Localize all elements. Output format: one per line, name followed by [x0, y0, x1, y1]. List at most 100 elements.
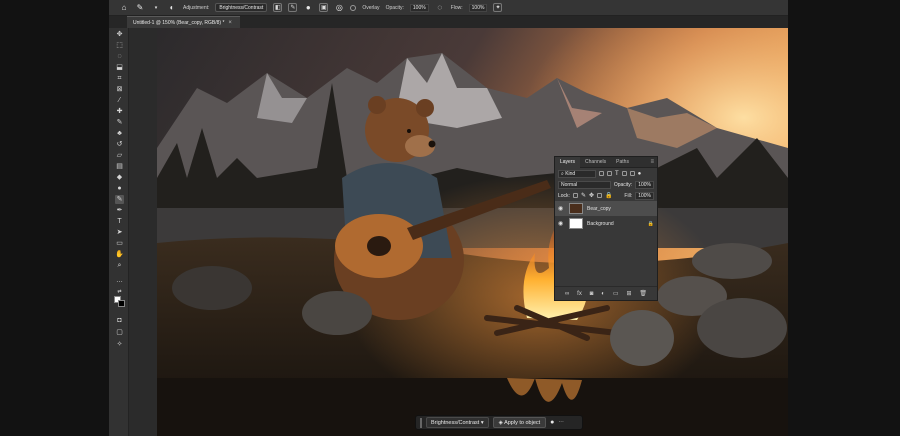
object-selection-tool-icon[interactable]: ⬓ — [115, 63, 124, 72]
crop-tool-icon[interactable]: ⌗ — [115, 74, 124, 83]
more-tools-icon[interactable]: … — [115, 276, 124, 285]
healing-brush-tool-icon[interactable]: ✚ — [115, 107, 124, 116]
bear-campfire-artwork — [157, 28, 788, 436]
gradient-tool-icon[interactable]: ▤ — [115, 162, 124, 171]
flow-field[interactable]: 100% — [468, 3, 488, 12]
filter-smart-object-icon[interactable] — [629, 171, 635, 176]
history-brush-tool-icon[interactable]: ↺ — [115, 140, 124, 149]
status-bar — [129, 428, 157, 436]
more-options-icon[interactable]: ⋯ — [558, 420, 564, 426]
chevron-down-icon[interactable]: ▾ — [151, 3, 161, 13]
filter-toggle-icon[interactable]: ● — [638, 171, 642, 177]
adjustment-layer-icon[interactable]: ◐ — [601, 291, 605, 297]
lock-icon: 🔒 — [647, 220, 654, 227]
opacity-label: Opacity: — [385, 4, 404, 11]
close-icon[interactable]: × — [228, 17, 232, 29]
right-letterbox — [788, 0, 900, 436]
left-letterbox — [0, 0, 109, 436]
filter-type-icon[interactable]: T — [615, 171, 619, 177]
clone-stamp-tool-icon[interactable]: ♣ — [115, 129, 124, 138]
options-bar: ⌂ ✎ ▾ ◐ Adjustment: Brightness/Contrast … — [109, 0, 788, 16]
path-selection-tool-icon[interactable]: ➤ — [115, 228, 124, 237]
generative-icon[interactable]: ✧ — [115, 340, 124, 349]
link-layers-icon[interactable]: ∞ — [565, 291, 569, 297]
layers-panel-footer: ∞ fx ◙ ◐ ▭ ⊞ 🗑 — [555, 286, 657, 300]
adjustment-select[interactable]: Brightness/Contrast ▾ — [426, 417, 489, 428]
eyedropper-tool-icon[interactable]: ⁄ — [115, 96, 124, 105]
mode-icon[interactable]: ◧ — [273, 3, 283, 12]
lock-all-icon[interactable]: 🔒 — [605, 192, 612, 199]
brush-mode-icon[interactable]: ✎ — [288, 3, 298, 12]
layer-row-background[interactable]: ◉ Background 🔒 — [555, 216, 657, 231]
pen-tool-icon[interactable]: ✒ — [115, 206, 124, 215]
brush-panel-icon[interactable]: ▣ — [319, 3, 329, 12]
adjustment-brush-icon[interactable]: ✎ — [135, 3, 145, 13]
delete-layer-icon[interactable]: 🗑 — [639, 290, 647, 297]
brush-settings-icon[interactable]: ◐ — [167, 3, 177, 13]
filter-pixel-icon[interactable] — [599, 171, 604, 176]
brush-tool-icon[interactable]: ✎ — [115, 118, 124, 127]
visibility-eye-icon[interactable]: ◉ — [558, 220, 565, 227]
tab-paths[interactable]: Paths — [611, 157, 634, 168]
blend-mode-dropdown[interactable]: Normal — [558, 180, 611, 189]
add-mask-icon[interactable]: ◙ — [590, 291, 594, 297]
fill-field[interactable]: 100% — [635, 191, 654, 200]
blur-tool-icon[interactable]: ◆ — [115, 173, 124, 182]
home-icon[interactable]: ⌂ — [119, 3, 129, 13]
new-group-icon[interactable]: ▭ — [613, 290, 619, 297]
layer-row-bear-copy[interactable]: ◉ Bear_copy — [555, 201, 657, 216]
tab-channels[interactable]: Channels — [580, 157, 611, 168]
panel-menu-icon[interactable]: ≡ — [645, 157, 657, 168]
lock-transparent-icon[interactable] — [572, 193, 578, 198]
background-color-swatch[interactable] — [118, 300, 125, 307]
document-tab[interactable]: Untitled-1 @ 150% (Bear_copy, RGB/8) * × — [127, 16, 240, 28]
type-tool-icon[interactable]: T — [115, 217, 124, 226]
eraser-tool-icon[interactable]: ▱ — [115, 151, 124, 160]
marquee-tool-icon[interactable]: ⬚ — [115, 41, 124, 50]
visibility-eye-icon[interactable]: ◉ — [558, 205, 565, 212]
adjustment-brush-tool-icon[interactable]: ✎ — [115, 195, 124, 204]
dodge-tool-icon[interactable]: ● — [115, 184, 124, 193]
lock-artboard-icon[interactable] — [597, 193, 603, 198]
layer-style-icon[interactable]: fx — [577, 291, 582, 297]
lock-row: Lock: ✎ ✥ 🔒 Fill: 100% — [555, 190, 657, 201]
layers-panel-tabs: Layers Channels Paths ≡ — [555, 156, 657, 168]
layer-opacity-field[interactable]: 100% — [635, 180, 654, 189]
opacity-field[interactable]: 100% — [409, 3, 429, 12]
quick-mask-icon[interactable]: ◘ — [115, 316, 124, 325]
blend-row: Normal Opacity: 100% — [555, 179, 657, 190]
layer-opacity-label: Opacity: — [613, 181, 633, 188]
lock-label: Lock: — [558, 192, 570, 199]
pressure-icon[interactable]: ◎ — [334, 3, 344, 13]
zoom-tool-icon[interactable]: ⌕ — [115, 261, 124, 270]
new-layer-icon[interactable]: ⊞ — [626, 290, 631, 297]
layer-thumbnail — [569, 203, 583, 214]
filter-kind-dropdown[interactable]: ⌕ Kind — [558, 169, 596, 178]
screen-mode-icon[interactable]: ▢ — [115, 328, 124, 337]
document-tab-title: Untitled-1 @ 150% (Bear_copy, RGB/8) * — [133, 19, 225, 26]
document-canvas[interactable]: Layers Channels Paths ≡ ⌕ Kind T ● Norma… — [157, 28, 788, 436]
document-tab-bar: Untitled-1 @ 150% (Bear_copy, RGB/8) * × — [109, 16, 788, 28]
tab-layers[interactable]: Layers — [555, 156, 581, 168]
lasso-tool-icon[interactable]: ◌ — [115, 52, 124, 61]
adjustment-label: Adjustment: — [183, 4, 210, 11]
adjustment-dropdown[interactable]: Brightness/Contrast — [215, 3, 268, 12]
filter-adjustment-icon[interactable] — [607, 171, 612, 176]
layer-filter-row: ⌕ Kind T ● — [555, 168, 657, 179]
filter-shape-icon[interactable] — [621, 171, 627, 176]
overlay-radio[interactable] — [350, 4, 357, 11]
move-tool-icon[interactable]: ✥ — [115, 30, 124, 39]
layer-thumbnail — [569, 218, 583, 229]
lock-position-icon[interactable]: ✥ — [589, 192, 594, 199]
rectangle-tool-icon[interactable]: ▭ — [115, 239, 124, 248]
layers-panel: Layers Channels Paths ≡ ⌕ Kind T ● Norma… — [554, 156, 658, 301]
frame-tool-icon[interactable]: ⊠ — [115, 85, 124, 94]
drag-handle[interactable] — [420, 417, 422, 428]
brush-size-icon[interactable]: ● — [303, 3, 313, 13]
hand-tool-icon[interactable]: ✋ — [115, 250, 124, 259]
opacity-pressure-icon[interactable]: ◌ — [435, 3, 445, 13]
lock-pixels-icon[interactable]: ✎ — [581, 192, 586, 199]
brush-size-icon[interactable]: ● — [550, 419, 554, 426]
apply-to-object-button[interactable]: ◈ Apply to object — [492, 417, 547, 428]
airbrush-icon[interactable]: ✦ — [493, 3, 503, 12]
